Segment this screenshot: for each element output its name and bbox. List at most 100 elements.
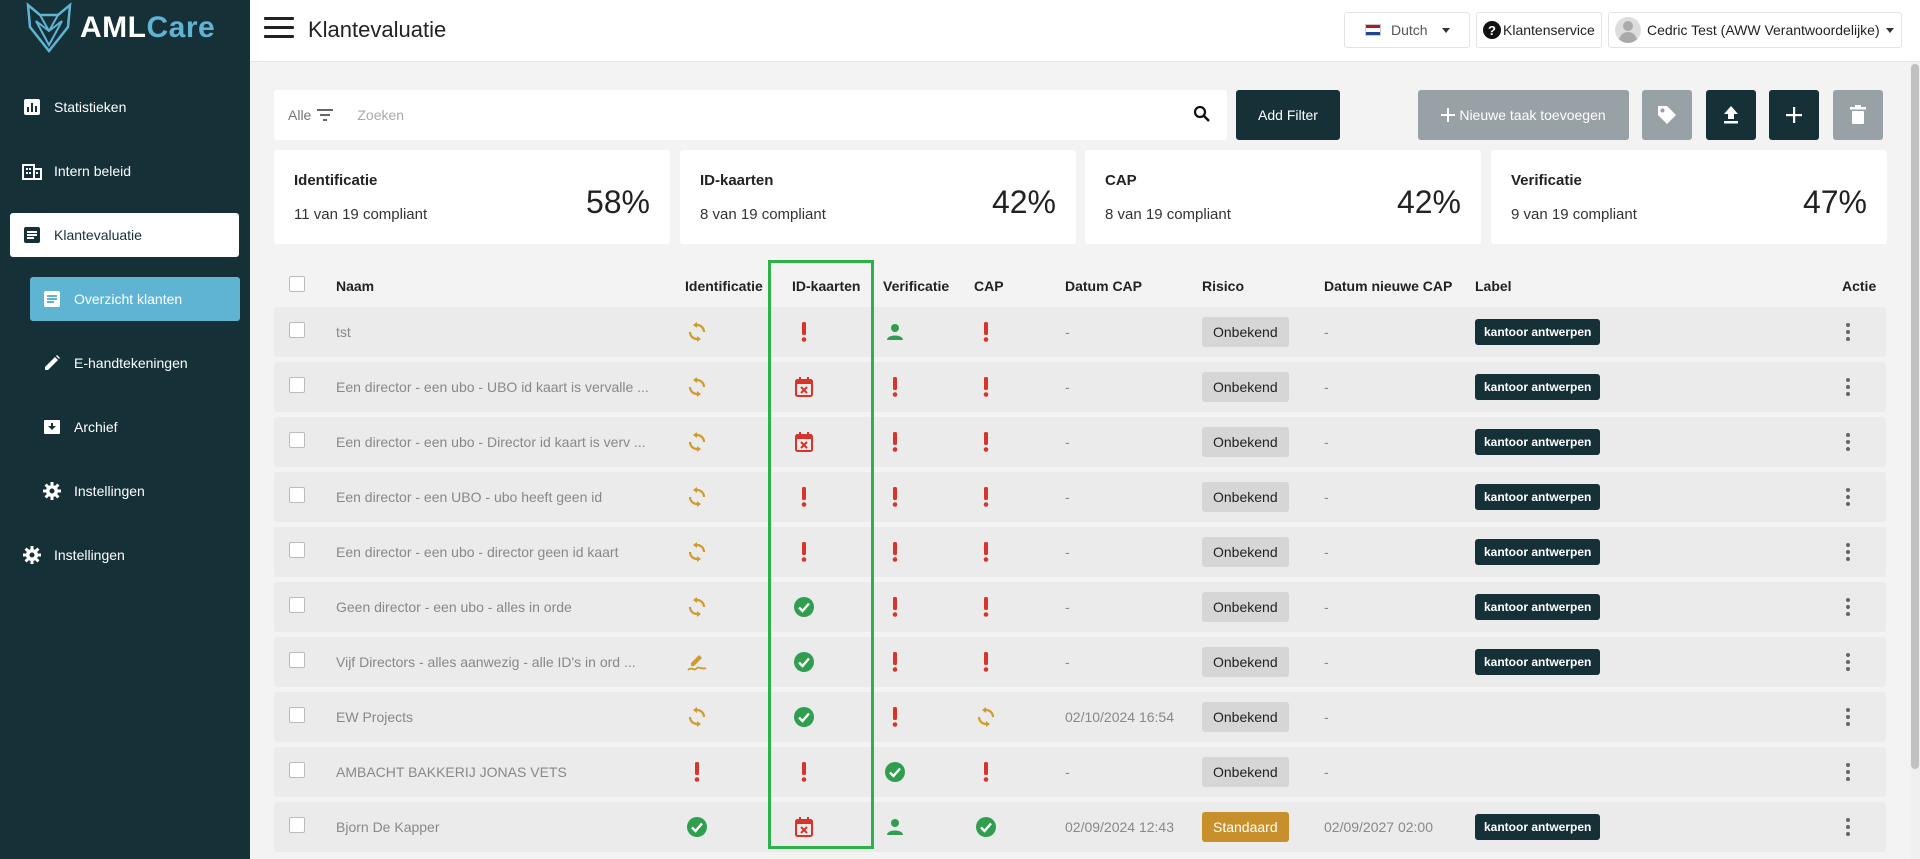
alert-icon: [971, 307, 1001, 357]
row-actions-icon[interactable]: [1838, 707, 1858, 728]
chevron-down-icon: [1441, 27, 1450, 33]
row-checkbox[interactable]: [289, 322, 305, 338]
row-checkbox[interactable]: [289, 487, 305, 503]
check-circle-icon: [880, 747, 910, 797]
column-header-identificatie[interactable]: Identificatie: [685, 278, 763, 294]
row-actions-icon[interactable]: [1838, 487, 1858, 508]
client-name[interactable]: Een director - een ubo - director geen i…: [336, 527, 619, 577]
datum-nieuwe-cap: -: [1324, 654, 1329, 670]
label-badge[interactable]: kantoor antwerpen: [1475, 484, 1601, 510]
row-checkbox[interactable]: [289, 542, 305, 558]
sync-icon: [682, 307, 712, 357]
client-name[interactable]: EW Projects: [336, 692, 413, 742]
label-badge[interactable]: kantoor antwerpen: [1475, 649, 1601, 675]
row-checkbox[interactable]: [289, 817, 305, 833]
label-badge[interactable]: kantoor antwerpen: [1475, 319, 1601, 345]
alert-icon: [971, 747, 1001, 797]
client-name[interactable]: AMBACHT BAKKERIJ JONAS VETS: [336, 747, 567, 797]
card-subtitle: 11 van 19 compliant: [294, 206, 428, 223]
client-name[interactable]: Een director - een ubo - Director id kaa…: [336, 417, 646, 467]
client-name[interactable]: Een director - een ubo - UBO id kaart is…: [336, 362, 649, 412]
sidebar-item-instellingen[interactable]: Instellingen: [10, 533, 239, 577]
table-row[interactable]: Een director - een ubo - UBO id kaart is…: [274, 362, 1886, 412]
row-checkbox[interactable]: [289, 762, 305, 778]
row-checkbox[interactable]: [289, 707, 305, 723]
row-actions-icon[interactable]: [1838, 322, 1858, 343]
column-header-verificatie[interactable]: Verificatie: [883, 278, 949, 294]
alert-icon: [789, 472, 819, 522]
card-percentage: 42%: [1396, 184, 1461, 220]
hamburger-menu-icon[interactable]: [264, 17, 294, 41]
row-checkbox[interactable]: [289, 597, 305, 613]
column-header-cap[interactable]: CAP: [974, 278, 1004, 294]
client-name[interactable]: Bjorn De Kapper: [336, 802, 440, 852]
table-row[interactable]: AMBACHT BAKKERIJ JONAS VETS - Onbekend -: [274, 747, 1886, 797]
customer-service-button[interactable]: ? Klantenservice: [1476, 12, 1602, 48]
sidebar-item-e-handtekeningen[interactable]: E-handtekeningen: [30, 341, 240, 385]
row-actions-icon[interactable]: [1838, 817, 1858, 838]
sidebar-item-statistieken[interactable]: Statistieken: [10, 85, 239, 129]
add-button[interactable]: [1769, 90, 1819, 140]
help-icon: ?: [1483, 21, 1501, 39]
table-row[interactable]: EW Projects 02/10/2024 16:54 Onbekend -: [274, 692, 1886, 742]
label-badge[interactable]: kantoor antwerpen: [1475, 539, 1601, 565]
column-header-id-kaarten[interactable]: ID-kaarten: [792, 278, 860, 294]
row-actions-icon[interactable]: [1838, 762, 1858, 783]
column-header-datum-nieuwe-cap[interactable]: Datum nieuwe CAP: [1324, 278, 1452, 294]
sidebar-item-overzicht-klanten[interactable]: Overzicht klanten: [30, 277, 240, 321]
search-icon[interactable]: [1193, 105, 1211, 123]
table-header: Naam Identificatie ID-kaarten Verificati…: [274, 268, 1886, 306]
column-header-datum-cap[interactable]: Datum CAP: [1065, 278, 1142, 294]
row-actions-icon[interactable]: [1838, 652, 1858, 673]
column-header-label[interactable]: Label: [1475, 278, 1512, 294]
upload-button[interactable]: [1706, 90, 1756, 140]
table-row[interactable]: tst - Onbekend - kantoor antwerpen: [274, 307, 1886, 357]
label-badge[interactable]: kantoor antwerpen: [1475, 374, 1601, 400]
sidebar-item-instellingen-sub[interactable]: Instellingen: [30, 469, 240, 513]
row-actions-icon[interactable]: [1838, 542, 1858, 563]
row-actions-icon[interactable]: [1838, 432, 1858, 453]
search-input[interactable]: [357, 107, 1138, 123]
table-row[interactable]: Geen director - een ubo - alles in orde -…: [274, 582, 1886, 632]
table-row[interactable]: Een director - een ubo - Director id kaa…: [274, 417, 1886, 467]
table-row[interactable]: Vijf Directors - alles aanwezig - alle I…: [274, 637, 1886, 687]
client-name[interactable]: Vijf Directors - alles aanwezig - alle I…: [336, 637, 636, 687]
add-filter-button[interactable]: Add Filter: [1236, 90, 1340, 140]
user-menu[interactable]: Cedric Test (AWW Verantwoordelijke): [1608, 12, 1902, 48]
delete-button[interactable]: [1833, 90, 1883, 140]
sidebar-item-intern-beleid[interactable]: Intern beleid: [10, 149, 239, 193]
row-checkbox[interactable]: [289, 377, 305, 393]
sidebar-item-klantevaluatie[interactable]: Klantevaluatie: [10, 213, 239, 257]
sidebar-item-archief[interactable]: Archief: [30, 405, 240, 449]
check-circle-icon: [789, 692, 819, 742]
select-all-checkbox[interactable]: [289, 276, 305, 292]
datum-cap: -: [1065, 599, 1070, 615]
row-actions-icon[interactable]: [1838, 597, 1858, 618]
filter-icon: [317, 109, 334, 121]
row-actions-icon[interactable]: [1838, 377, 1858, 398]
app-logo[interactable]: AMLCare: [24, 0, 215, 56]
table-row[interactable]: Een director - een ubo - director geen i…: [274, 527, 1886, 577]
scrollbar-thumb[interactable]: [1911, 64, 1919, 769]
tag-button[interactable]: [1642, 90, 1692, 140]
table-row[interactable]: Een director - een UBO - ubo heeft geen …: [274, 472, 1886, 522]
table-row[interactable]: Bjorn De Kapper 02/09/2024 12:43 Standaard…: [274, 802, 1886, 852]
column-header-risico[interactable]: Risico: [1202, 278, 1244, 294]
risk-badge: Onbekend: [1202, 702, 1289, 732]
new-task-button[interactable]: Nieuwe taak toevoegen: [1418, 90, 1629, 140]
label-badge[interactable]: kantoor antwerpen: [1475, 429, 1601, 455]
column-header-actie[interactable]: Actie: [1842, 278, 1876, 294]
datum-nieuwe-cap: -: [1324, 709, 1329, 725]
client-name[interactable]: Een director - een UBO - ubo heeft geen …: [336, 472, 602, 522]
client-name[interactable]: Geen director - een ubo - alles in orde: [336, 582, 572, 632]
row-checkbox[interactable]: [289, 432, 305, 448]
client-name[interactable]: tst: [336, 307, 351, 357]
filter-dropdown[interactable]: Alle: [288, 107, 334, 123]
row-checkbox[interactable]: [289, 652, 305, 668]
label-badge[interactable]: kantoor antwerpen: [1475, 814, 1601, 840]
label-badge[interactable]: kantoor antwerpen: [1475, 594, 1601, 620]
language-select[interactable]: Dutch: [1344, 12, 1470, 48]
datum-nieuwe-cap: -: [1324, 544, 1329, 560]
column-header-naam[interactable]: Naam: [336, 278, 374, 294]
sidebar-item-label: E-handtekeningen: [74, 355, 188, 371]
